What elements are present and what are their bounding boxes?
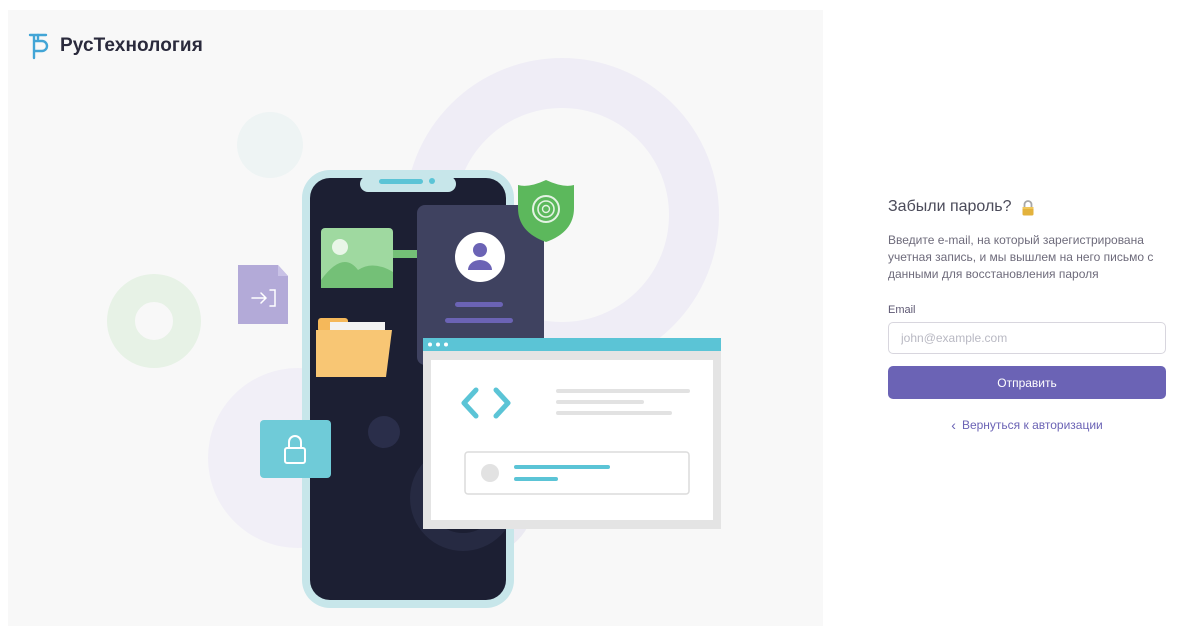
back-link-label: Вернуться к авторизации	[961, 418, 1103, 432]
code-window-icon	[423, 338, 721, 529]
back-to-login-link[interactable]: ‹ Вернуться к авторизации	[888, 418, 1166, 432]
chevron-left-icon: ‹	[951, 417, 956, 433]
padlock-icon	[260, 420, 331, 478]
email-label: Email	[888, 304, 916, 316]
phone-camera	[429, 178, 435, 184]
bg-circle-small	[237, 112, 303, 178]
forgot-password-form: Забыли пароль? Введите e-mail, на которы…	[888, 198, 1166, 432]
hero-illustration	[107, 58, 721, 608]
lock-icon	[1022, 199, 1034, 215]
page-title: Забыли пароль?	[888, 198, 1012, 215]
phone-speaker	[379, 179, 423, 184]
login-file-icon	[238, 265, 288, 324]
bg-ring-green	[107, 274, 201, 368]
email-field[interactable]	[888, 322, 1166, 354]
folder-icon	[316, 318, 392, 377]
instructions-text: Введите e-mail, на который зарегистриров…	[888, 233, 1154, 281]
phone-dot	[368, 416, 400, 448]
submit-button[interactable]: Отправить	[888, 366, 1166, 399]
illustration-panel: РусТехнология	[8, 10, 823, 626]
title-row: Забыли пароль?	[888, 198, 1166, 216]
